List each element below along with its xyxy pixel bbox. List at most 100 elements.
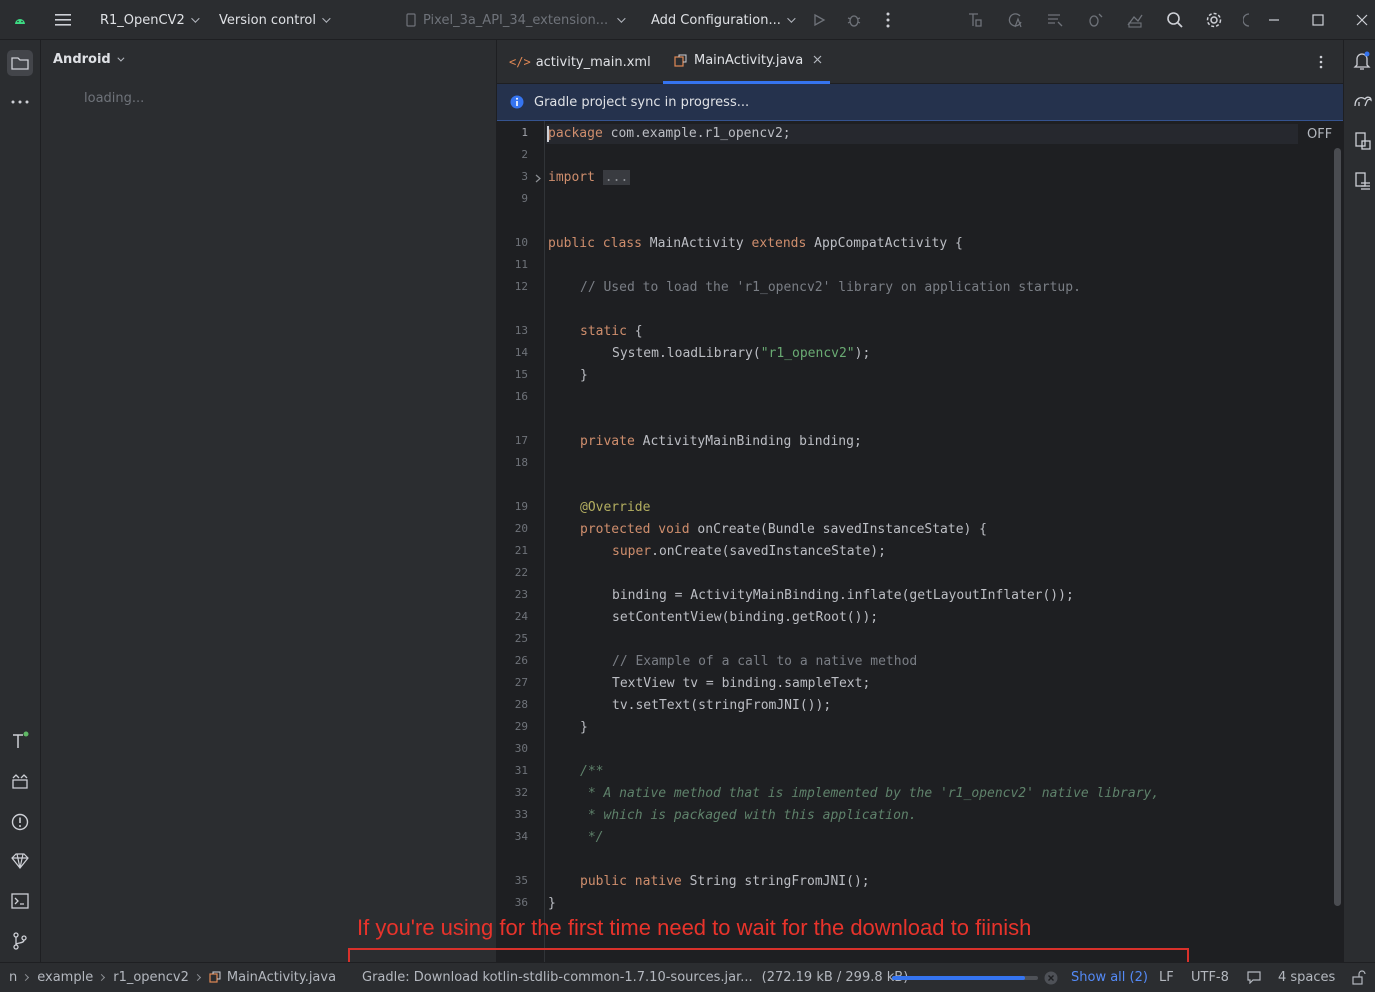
project-selector[interactable]: R1_OpenCV2 [100, 0, 200, 40]
run-configuration-selector[interactable]: Add Configuration... [651, 0, 796, 40]
ai-assistant-icon[interactable] [1238, 10, 1258, 30]
read-only-lock-icon[interactable] [1352, 970, 1366, 989]
background-task-progress-text: (272.19 kB / 299.8 kB) [761, 970, 909, 985]
line-number: 33 [514, 808, 528, 821]
xml-file-icon: </> [509, 55, 531, 69]
project-view-label: Android [53, 52, 111, 67]
device-selector[interactable]: Pixel_3a_API_34_extension... [404, 0, 626, 40]
indent-widget[interactable]: 4 spaces [1278, 963, 1335, 992]
project-tool-window: Android loading... [41, 40, 497, 962]
cancel-task-icon[interactable] [1044, 971, 1058, 989]
problems-icon[interactable] [8, 810, 32, 834]
line-number: 22 [514, 566, 528, 579]
left-tool-window-strip [0, 40, 41, 962]
main-menu-icon[interactable] [53, 10, 73, 30]
breadcrumb-item[interactable]: n [9, 970, 17, 985]
logcat-icon[interactable] [8, 770, 32, 794]
code-editor[interactable]: package com.example.r1_opencv2; import .… [546, 121, 1328, 962]
close-window-icon[interactable] [1352, 10, 1372, 30]
running-devices-icon[interactable] [1354, 172, 1372, 194]
notifications-bell-icon[interactable] [1353, 51, 1371, 75]
code-line: static { [580, 324, 643, 339]
line-number: 12 [514, 280, 528, 293]
line-number: 19 [514, 500, 528, 513]
chevron-down-icon [117, 54, 125, 62]
breadcrumb-item[interactable]: r1_opencv2 [113, 970, 189, 985]
editor-notification-icon[interactable] [1247, 971, 1261, 988]
version-control-menu[interactable]: Version control [219, 0, 331, 40]
background-task-progress-bar [892, 976, 1038, 980]
gradle-icon[interactable] [1353, 92, 1373, 112]
search-icon[interactable] [1165, 10, 1185, 30]
line-number: 32 [514, 786, 528, 799]
breadcrumb-item[interactable]: MainActivity.java [227, 970, 336, 985]
background-task[interactable]: Gradle: Download kotlin-stdlib-common-1.… [362, 963, 908, 992]
line-number: 11 [514, 258, 528, 271]
chevron-down-icon [617, 14, 626, 23]
run-icon[interactable] [809, 10, 829, 30]
android-studio-logo-icon[interactable] [10, 10, 30, 30]
code-line: public native String stringFromJNI(); [580, 874, 870, 889]
tab-main-activity-java[interactable]: MainActivity.java [663, 40, 830, 84]
app-quality-insights-icon[interactable] [8, 849, 32, 873]
code-line: * which is packaged with this applicatio… [580, 808, 917, 823]
code-line: public class MainActivity extends AppCom… [548, 236, 963, 251]
tab-activity-main-xml[interactable]: </> activity_main.xml [509, 40, 651, 84]
right-tool-window-strip [1343, 40, 1375, 962]
terminal-icon[interactable] [8, 889, 32, 913]
fold-expand-icon[interactable] [535, 172, 542, 187]
maximize-icon[interactable] [1308, 10, 1328, 30]
profiler-icon[interactable] [965, 10, 985, 30]
line-number: 31 [514, 764, 528, 777]
more-tool-windows-icon[interactable] [8, 90, 32, 114]
project-folder-icon[interactable] [7, 50, 33, 76]
device-file-explorer-icon[interactable] [1354, 132, 1372, 154]
code-line: } [548, 896, 556, 911]
run-config-label: Add Configuration... [651, 12, 781, 28]
line-separator-widget[interactable]: LF [1159, 963, 1174, 992]
line-number: 26 [514, 654, 528, 667]
line-number: 14 [514, 346, 528, 359]
line-number: 16 [514, 390, 528, 403]
status-bar: n example r1_opencv2 MainActivity.java G… [0, 962, 1375, 992]
line-number: 34 [514, 830, 528, 843]
line-number: 18 [514, 456, 528, 469]
sync-banner: Gradle project sync in progress... [497, 84, 1343, 121]
editor-scrollbar[interactable] [1334, 148, 1341, 906]
java-class-icon [209, 971, 221, 983]
code-line: protected void onCreate(Bundle savedInst… [580, 522, 988, 537]
code-line: @Override [580, 500, 651, 515]
show-all-tasks-link[interactable]: Show all (2) [1071, 963, 1148, 992]
code-line: System.loadLibrary("r1_opencv2"); [612, 346, 871, 361]
close-tab-icon[interactable] [813, 53, 822, 68]
inspection-widget[interactable]: OFF [1307, 127, 1332, 142]
code-line: package com.example.r1_opencv2; [548, 126, 791, 141]
project-view-selector[interactable]: Android [53, 52, 125, 67]
breadcrumb-item[interactable]: example [37, 970, 93, 985]
apply-code-changes-icon[interactable] [1045, 10, 1065, 30]
version-control-branch-icon[interactable] [8, 929, 32, 953]
settings-gear-icon[interactable] [1204, 10, 1224, 30]
minimize-icon[interactable] [1264, 10, 1284, 30]
chevron-right-icon [22, 973, 30, 982]
chevron-down-icon [787, 14, 796, 23]
line-number: 15 [514, 368, 528, 381]
line-number: 2 [521, 148, 528, 161]
editor-more-options-icon[interactable] [1319, 40, 1323, 84]
navigation-breadcrumb: n example r1_opencv2 MainActivity.java [9, 963, 336, 992]
device-manager-icon[interactable] [1125, 10, 1145, 30]
more-actions-icon[interactable] [878, 10, 898, 30]
file-encoding-widget[interactable]: UTF-8 [1191, 963, 1229, 992]
line-number: 28 [514, 698, 528, 711]
build-hammer-icon[interactable] [8, 729, 32, 753]
attach-debugger-icon[interactable] [1085, 10, 1105, 30]
code-line: */ [580, 830, 604, 845]
chevron-down-icon [322, 14, 331, 23]
code-line: } [580, 720, 588, 735]
debug-icon[interactable] [844, 10, 864, 30]
code-line: } [580, 368, 588, 383]
progress-fill [892, 976, 1025, 980]
chevron-right-icon [193, 973, 201, 982]
apply-changes-icon[interactable] [1005, 10, 1025, 30]
project-name: R1_OpenCV2 [100, 12, 185, 28]
